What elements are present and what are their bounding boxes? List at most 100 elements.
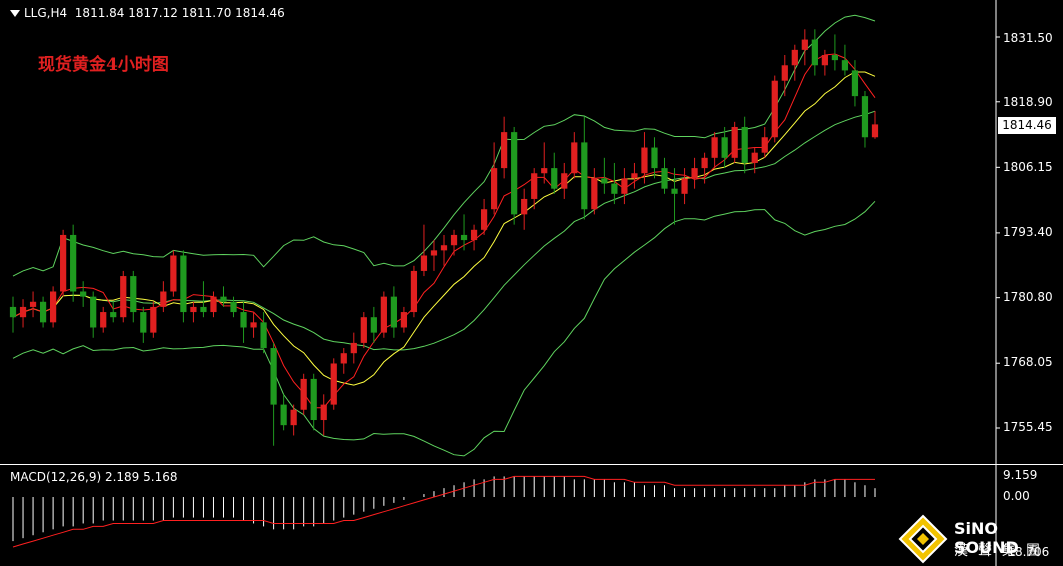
candle: [841, 44, 849, 76]
candle-body: [771, 80, 778, 138]
candle: [180, 250, 187, 323]
candle-body: [29, 301, 37, 307]
price-tick-label: 1831.50: [1003, 31, 1053, 45]
candle: [581, 116, 588, 220]
price-ticks: [996, 36, 1000, 429]
sinosound-logo: SiNO SOUND 漢聲集團: [898, 514, 1063, 566]
open-value: 1811.84: [74, 6, 125, 20]
candle: [9, 296, 17, 333]
candle: [340, 348, 347, 374]
candle: [90, 291, 97, 338]
candle: [260, 312, 267, 354]
macd-panel: [12, 475, 876, 548]
candle-body: [511, 132, 518, 215]
candle-body: [440, 245, 448, 251]
candle-body: [501, 132, 508, 169]
candle-body: [39, 301, 47, 323]
candle: [681, 168, 688, 205]
price-tick-label: 1755.45: [1003, 420, 1053, 434]
candle: [390, 286, 397, 338]
candle-body: [240, 312, 247, 328]
candle: [470, 224, 478, 251]
candle: [430, 240, 438, 271]
candle: [380, 291, 387, 338]
candle-body: [711, 137, 718, 158]
candle-body: [90, 296, 97, 328]
last-price-badge: 1814.46: [998, 117, 1056, 134]
candle: [230, 296, 237, 318]
candle: [501, 116, 508, 179]
candle-body: [821, 54, 828, 66]
candle-body: [801, 39, 808, 50]
candle: [300, 373, 307, 415]
candle: [130, 270, 137, 323]
dropdown-triangle-icon[interactable]: [10, 10, 20, 17]
candle-body: [551, 168, 558, 189]
candle-body: [330, 363, 337, 405]
candle-body: [851, 70, 859, 97]
candle: [551, 152, 558, 194]
candle: [571, 132, 578, 179]
candle-body: [340, 353, 347, 364]
candle: [450, 229, 458, 256]
candle: [330, 358, 337, 410]
candle: [210, 291, 217, 318]
ma-fast-line: [12, 53, 876, 409]
candle: [811, 29, 818, 76]
candle-body: [761, 137, 768, 153]
candle: [621, 168, 628, 205]
macd-label: MACD(12,26,9) 2.189 5.168: [10, 470, 178, 484]
candle: [170, 250, 177, 297]
candle: [831, 34, 839, 71]
price-tick-label: 1768.05: [1003, 355, 1053, 369]
chart-window: LLG,H4 1811.84 1817.12 1811.70 1814.46 现…: [0, 0, 1063, 566]
candle-body: [561, 173, 568, 189]
candle: [601, 157, 608, 194]
candle-body: [571, 142, 578, 174]
candle: [861, 90, 869, 148]
candle-body: [430, 250, 438, 256]
chart-title: 现货黄金4小时图: [38, 55, 169, 75]
candle-body: [681, 178, 688, 194]
candle-body: [290, 409, 297, 426]
candle: [19, 299, 27, 328]
candle-body: [591, 178, 598, 210]
candle: [39, 296, 47, 328]
candle-body: [250, 322, 257, 328]
price-tick-label: 1818.90: [1003, 95, 1053, 109]
candle: [190, 301, 197, 323]
candle-body: [9, 306, 17, 318]
candle: [631, 162, 638, 189]
candle: [370, 306, 377, 343]
moving-averages: [12, 53, 876, 409]
candle-body: [791, 49, 798, 66]
candle: [611, 162, 618, 205]
candle-body: [320, 404, 327, 421]
candle: [240, 301, 247, 343]
candle-body: [80, 291, 87, 297]
candle-body: [480, 209, 488, 230]
candle-body: [200, 306, 207, 313]
candle-body: [120, 276, 127, 318]
candle-body: [651, 147, 658, 169]
candle: [671, 168, 678, 225]
candle-body: [661, 168, 668, 189]
candle: [821, 49, 828, 76]
candle-body: [360, 317, 367, 343]
candle-body: [270, 348, 277, 405]
candle: [410, 265, 418, 318]
candle-body: [731, 126, 738, 158]
macd-tick-label: 0.00: [1003, 489, 1030, 503]
candle: [661, 157, 668, 194]
candle: [140, 306, 147, 343]
price-tick-label: 1793.40: [1003, 225, 1053, 239]
candle: [511, 126, 518, 225]
candle-body: [541, 168, 548, 174]
candle-body: [180, 255, 187, 313]
candle: [49, 286, 57, 328]
candle: [440, 234, 448, 266]
candle-body: [491, 168, 498, 210]
candle-body: [741, 126, 748, 163]
candle-body: [861, 96, 869, 138]
candle-body: [521, 198, 528, 215]
